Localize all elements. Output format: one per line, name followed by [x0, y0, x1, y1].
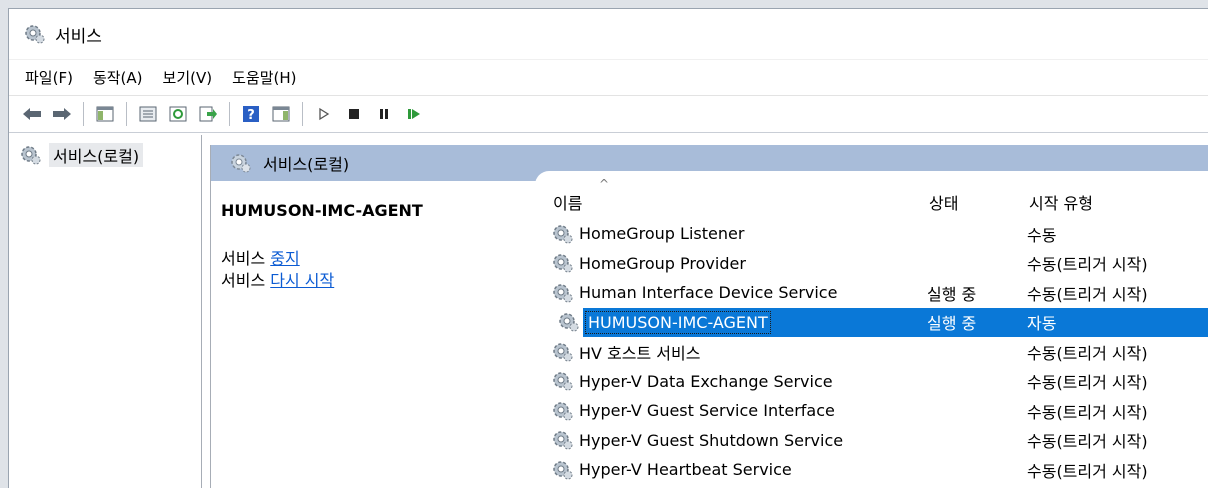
column-header-name[interactable]: 이름	[535, 190, 917, 214]
service-name-cell: Hyper-V Guest Service Interface	[535, 400, 917, 422]
back-arrow-icon[interactable]	[21, 103, 43, 125]
service-name: Hyper-V Guest Service Interface	[579, 401, 835, 421]
service-gear-icon	[553, 343, 573, 362]
service-name-cell: HomeGroup Provider	[535, 252, 917, 274]
service-startup-type: 수동(트리거 시작)	[1027, 343, 1148, 363]
service-name: Hyper-V Heartbeat Service	[579, 460, 792, 480]
table-row[interactable]: Hyper-V Heartbeat Service 수동(트리거 시작)	[535, 455, 1208, 485]
tree-item-services-local[interactable]: 서비스(로컬)	[9, 135, 201, 167]
menu-view[interactable]: 보기(V)	[163, 64, 213, 91]
forward-arrow-icon[interactable]	[51, 103, 73, 125]
service-name: Hyper-V Data Exchange Service	[579, 371, 833, 391]
column-headers: 이름 상태 시작 유형	[535, 185, 1208, 219]
service-name-cell: HUMUSON-IMC-AGENT	[559, 310, 917, 334]
console-tree: 서비스(로컬)	[9, 135, 202, 488]
table-row[interactable]: HomeGroup Provider 수동(트리거 시작)	[535, 249, 1208, 279]
service-name: Human Interface Device Service	[579, 283, 838, 303]
toolbar-separator	[302, 102, 303, 126]
table-row[interactable]: HomeGroup Listener 수동	[535, 219, 1208, 249]
export-list-icon[interactable]	[197, 103, 219, 125]
menu-file[interactable]: 파일(F)	[25, 64, 73, 91]
stop-service-link[interactable]: 중지	[270, 249, 299, 268]
service-status: 실행 중	[927, 284, 977, 304]
table-row[interactable]: Hyper-V Guest Service Interface 수동(트리거 시작…	[535, 396, 1208, 426]
svg-text:?: ?	[247, 108, 255, 123]
service-name: HomeGroup Listener	[579, 224, 745, 244]
start-service-icon[interactable]	[313, 103, 335, 125]
service-status: 실행 중	[927, 314, 977, 334]
show-action-pane-icon[interactable]	[270, 103, 292, 125]
service-name: Hyper-V Guest Shutdown Service	[579, 430, 844, 450]
service-startup-type: 수동(트리거 시작)	[1027, 461, 1148, 481]
show-hide-console-tree-icon[interactable]	[94, 103, 116, 125]
restart-service-icon[interactable]	[403, 103, 425, 125]
pause-service-icon[interactable]	[373, 103, 395, 125]
toolbar-separator	[229, 102, 230, 126]
service-name: HV 호스트 서비스	[579, 343, 701, 363]
restart-service-link[interactable]: 다시 시작	[270, 271, 334, 290]
service-gear-icon	[553, 225, 573, 244]
title-bar[interactable]: 서비스	[9, 9, 1208, 59]
table-row-selected[interactable]: HUMUSON-IMC-AGENT 실행 중 자동	[559, 307, 1208, 337]
toolbar: ?	[9, 95, 1208, 133]
service-name-cell: Hyper-V Heartbeat Service	[535, 459, 917, 481]
service-startup-type: 수동(트리거 시작)	[1027, 373, 1148, 393]
service-startup-type: 수동(트리거 시작)	[1027, 284, 1148, 304]
service-gear-icon	[553, 284, 573, 303]
sort-ascending-icon: ^	[599, 177, 610, 191]
service-name: HomeGroup Provider	[579, 253, 746, 273]
table-row[interactable]: Hyper-V Data Exchange Service 수동(트리거 시작)	[535, 367, 1208, 397]
service-name-cell: HomeGroup Listener	[535, 223, 917, 245]
list-tab-edge	[535, 171, 1208, 185]
service-gear-icon	[553, 254, 573, 273]
service-gear-icon	[553, 402, 573, 421]
restart-action-line: 서비스 다시 시작	[221, 270, 535, 292]
service-gear-icon	[559, 313, 579, 332]
menu-bar: 파일(F) 동작(A) 보기(V) 도움말(H)	[9, 59, 1208, 95]
service-actions: 서비스 중지 서비스 다시 시작	[221, 248, 535, 292]
column-header-status[interactable]: 상태	[917, 190, 1017, 214]
help-icon[interactable]: ?	[240, 103, 262, 125]
restart-action-prefix: 서비스	[221, 271, 271, 290]
services-gear-icon	[25, 25, 45, 44]
pane-header-title: 서비스(로컬)	[263, 155, 350, 174]
table-row[interactable]: HV 호스트 서비스 수동(트리거 시작)	[535, 337, 1208, 367]
services-window: 서비스 파일(F) 동작(A) 보기(V) 도움말(H) ? 서비스(로컬) 서…	[8, 8, 1208, 488]
services-gear-icon	[231, 154, 251, 173]
table-row[interactable]: Hyper-V Guest Shutdown Service 수동(트리거 시작)	[535, 426, 1208, 456]
service-startup-type: 수동(트리거 시작)	[1027, 402, 1148, 422]
service-gear-icon	[553, 372, 573, 391]
stop-action-prefix: 서비스	[221, 249, 271, 268]
service-startup-type: 수동	[1027, 225, 1057, 245]
description-panel: HUMUSON-IMC-AGENT 서비스 중지 서비스 다시 시작	[211, 181, 535, 488]
content-area: 서비스(로컬) 서비스(로컬) HUMUSON-IMC-AGENT 서비스 중지	[9, 135, 1208, 488]
service-name: HUMUSON-IMC-AGENT	[585, 310, 771, 334]
properties-icon[interactable]	[137, 103, 159, 125]
table-row[interactable]: Human Interface Device Service 실행 중 수동(트리거…	[535, 278, 1208, 308]
service-startup-type: 수동(트리거 시작)	[1027, 432, 1148, 452]
service-gear-icon	[553, 461, 573, 480]
services-pane: 서비스(로컬) HUMUSON-IMC-AGENT 서비스 중지 서비스 다시 …	[210, 145, 1208, 488]
service-name-cell: Human Interface Device Service	[535, 282, 917, 304]
services-list: ^ 이름 상태 시작 유형 HomeGroup Listener 수동 HomeGr…	[535, 177, 1208, 488]
service-name-cell: HV 호스트 서비스	[535, 339, 917, 365]
service-name-cell: Hyper-V Data Exchange Service	[535, 370, 917, 392]
refresh-icon[interactable]	[167, 103, 189, 125]
menu-action[interactable]: 동작(A)	[93, 64, 143, 91]
stop-action-line: 서비스 중지	[221, 248, 535, 270]
toolbar-separator	[83, 102, 84, 126]
column-header-startup-type[interactable]: 시작 유형	[1017, 190, 1208, 214]
menu-help[interactable]: 도움말(H)	[232, 64, 296, 91]
services-gear-icon	[21, 146, 41, 165]
stop-service-icon[interactable]	[343, 103, 365, 125]
service-rows: HomeGroup Listener 수동 HomeGroup Provider 수동…	[535, 219, 1208, 485]
service-name-cell: Hyper-V Guest Shutdown Service	[535, 429, 917, 451]
service-gear-icon	[553, 431, 573, 450]
window-title: 서비스	[55, 26, 102, 47]
toolbar-separator	[126, 102, 127, 126]
tree-item-label: 서비스(로컬)	[49, 143, 144, 167]
selected-service-name: HUMUSON-IMC-AGENT	[221, 201, 423, 220]
service-startup-type: 수동(트리거 시작)	[1027, 255, 1148, 275]
service-startup-type: 자동	[1027, 314, 1057, 334]
